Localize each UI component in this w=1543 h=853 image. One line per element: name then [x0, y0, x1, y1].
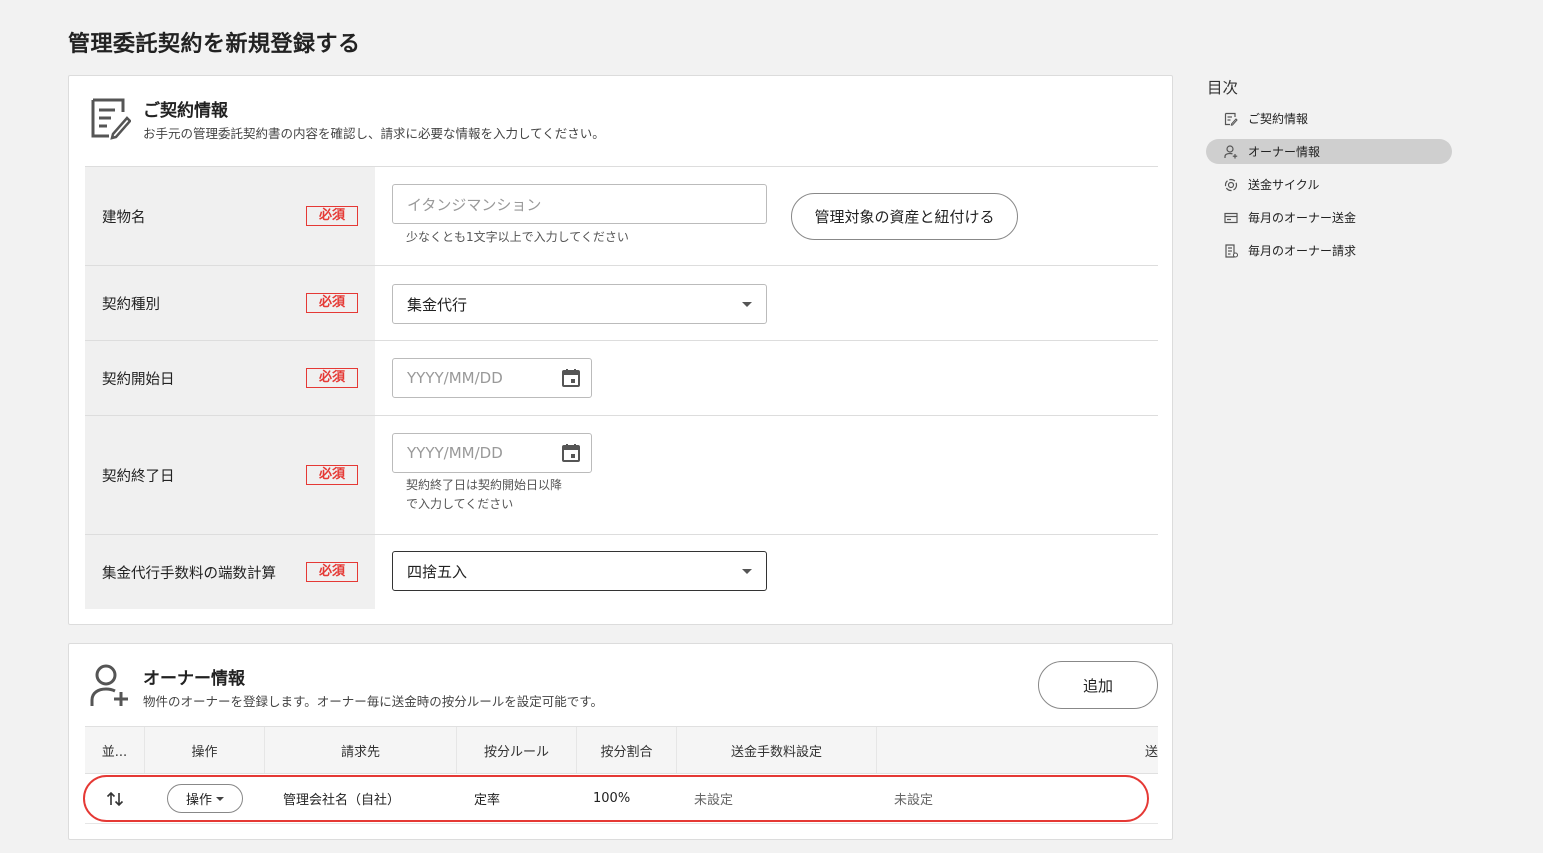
person-add-icon: [1224, 144, 1238, 158]
contract-form: 建物名 必須 イタンジマンション 少なくとも1文字以上で入力してください 管理対…: [85, 166, 1158, 609]
contract-section-header: ご契約情報 お手元の管理委託契約書の内容を確認し、請求に必要な情報を入力してくだ…: [89, 96, 1149, 146]
calendar-icon[interactable]: [561, 368, 581, 388]
chevron-down-icon: [742, 569, 752, 574]
fee-cell: 未設定: [694, 793, 734, 808]
start-date-input[interactable]: YYYY/MM/DD: [392, 358, 592, 398]
end-date-label: 契約終了日 必須: [85, 416, 375, 534]
contract-type-row: 契約種別 必須 集金代行: [85, 266, 1158, 341]
start-date-label: 契約開始日 必須: [85, 341, 375, 415]
toc-list: ご契約情報 オーナー情報 送金サイクル 毎月のオーナー送金 毎月のオーナー請求: [1206, 106, 1452, 271]
toc-item-cycle[interactable]: 送金サイクル: [1206, 172, 1452, 197]
building-row: 建物名 必須 イタンジマンション 少なくとも1文字以上で入力してください 管理対…: [85, 167, 1158, 266]
required-badge: 必須: [306, 562, 358, 582]
building-label: 建物名 必須: [85, 167, 375, 265]
toc-item-monthly-payment[interactable]: 毎月のオーナー送金: [1206, 205, 1452, 230]
owner-section-description: 物件のオーナーを登録します。オーナー毎に送金時の按分ルールを設定可能です。: [143, 694, 604, 709]
table-row: 操作 管理会社名（自社） 定率 100% 未設定 未設定: [83, 774, 1158, 824]
required-badge: 必須: [306, 206, 358, 226]
end-date-helper: 契約終了日は契約開始日以降 で入力してください: [406, 478, 563, 511]
chevron-down-icon: [216, 796, 224, 801]
contract-info-card: ご契約情報 お手元の管理委託契約書の内容を確認し、請求に必要な情報を入力してくだ…: [68, 75, 1173, 625]
chevron-down-icon: [742, 302, 752, 307]
column-header-truncated: 送: [1144, 744, 1158, 760]
extra-cell: 未設定: [894, 793, 934, 808]
owner-table-header: 並... 操作 請求先 按分ルール 按分割合 送金手数料設定 送: [85, 726, 1158, 774]
card-icon: [1224, 212, 1238, 223]
owner-section-header: オーナー情報 物件のオーナーを登録します。オーナー毎に送金時の按分ルールを設定可…: [89, 664, 1149, 714]
toc-item-contract[interactable]: ご契約情報: [1206, 106, 1452, 131]
add-owner-button[interactable]: 追加: [1038, 661, 1158, 709]
end-date-row: 契約終了日 必須 YYYY/MM/DD 契約終了日は契約開始日以降 で入力してく…: [85, 416, 1158, 535]
edit-doc-icon: [91, 98, 131, 140]
contract-section-title: ご契約情報: [143, 101, 228, 121]
toc-title: 目次: [1207, 79, 1239, 97]
column-header-operation: 操作: [145, 727, 265, 773]
calendar-icon[interactable]: [561, 443, 581, 463]
drag-handle[interactable]: [85, 774, 145, 823]
contract-type-label: 契約種別 必須: [85, 266, 375, 340]
cycle-icon: [1224, 178, 1238, 191]
required-badge: 必須: [306, 465, 358, 485]
contract-type-select[interactable]: 集金代行: [392, 284, 767, 324]
rounding-row: 集金代行手数料の端数計算 必須 四捨五入: [85, 535, 1158, 609]
sort-arrows-icon[interactable]: [106, 791, 124, 807]
billing-cell: 管理会社名（自社）: [283, 793, 401, 808]
end-date-input[interactable]: YYYY/MM/DD: [392, 433, 592, 473]
toc-item-owner[interactable]: オーナー情報: [1206, 139, 1452, 164]
edit-doc-icon: [1224, 112, 1238, 126]
column-header-order[interactable]: 並...: [85, 727, 145, 773]
page-title: 管理委託契約を新規登録する: [68, 32, 361, 57]
owner-info-card: オーナー情報 物件のオーナーを登録します。オーナー毎に送金時の按分ルールを設定可…: [68, 643, 1173, 840]
rounding-select[interactable]: 四捨五入: [392, 551, 767, 591]
building-helper: 少なくとも1文字以上で入力してください: [406, 230, 629, 244]
rule-cell: 定率: [474, 793, 501, 808]
invoice-icon: [1225, 243, 1238, 258]
owner-table: 並... 操作 請求先 按分ルール 按分割合 送金手数料設定 送 操作 管理会社…: [83, 726, 1158, 824]
person-add-icon: [90, 664, 128, 706]
owner-section-title: オーナー情報: [143, 669, 245, 689]
start-date-row: 契約開始日 必須 YYYY/MM/DD: [85, 341, 1158, 416]
link-asset-button[interactable]: 管理対象の資産と紐付ける: [791, 193, 1018, 240]
column-header-fee: 送金手数料設定: [677, 727, 877, 773]
ratio-cell: 100%: [593, 791, 631, 806]
column-header-rule: 按分ルール: [457, 727, 577, 773]
required-badge: 必須: [306, 368, 358, 388]
rounding-label: 集金代行手数料の端数計算 必須: [85, 535, 375, 609]
toc-item-monthly-billing[interactable]: 毎月のオーナー請求: [1206, 238, 1452, 263]
operation-menu-button[interactable]: 操作: [167, 784, 243, 813]
column-header-ratio: 按分割合: [577, 727, 677, 773]
contract-section-description: お手元の管理委託契約書の内容を確認し、請求に必要な情報を入力してください。: [143, 126, 605, 141]
required-badge: 必須: [306, 293, 358, 313]
column-header-billing: 請求先: [265, 727, 457, 773]
building-input[interactable]: イタンジマンション: [392, 184, 767, 224]
